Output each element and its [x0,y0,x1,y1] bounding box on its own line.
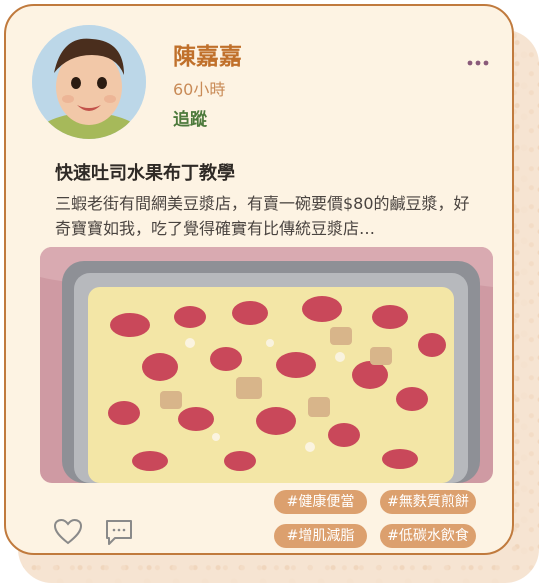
tag-healthy-bento[interactable]: #健康便當 [274,490,367,514]
comment-icon[interactable] [104,518,134,550]
post-title[interactable]: 快速吐司水果布丁教學 [55,159,235,185]
follow-button[interactable]: 追蹤 [173,105,207,130]
post-card: 陳嘉嘉 60小時 追蹤 快速吐司水果布丁教學 三蝦老街有間網美豆漿店，有賣一碗要… [4,4,514,555]
heart-icon[interactable] [53,518,83,550]
pudding-photo [40,247,493,483]
tag-low-carb-diet[interactable]: #低碳水飲食 [380,524,476,548]
avatar-image [32,25,146,139]
tag-muscle-gain-fat-loss[interactable]: #增肌減脂 [274,524,367,548]
tag-gluten-free-pancake[interactable]: #無麩質煎餅 [380,490,476,514]
more-horizontal-icon[interactable] [466,52,490,66]
avatar[interactable] [32,25,146,139]
post-time: 60小時 [173,80,226,99]
post-photo[interactable] [40,247,493,483]
post-excerpt: 三蝦老街有間網美豆漿店，有賣一碗要價$80的鹹豆漿，好奇寶寶如我，吃了覺得確實有… [55,194,470,238]
author-name[interactable]: 陳嘉嘉 [173,37,242,71]
